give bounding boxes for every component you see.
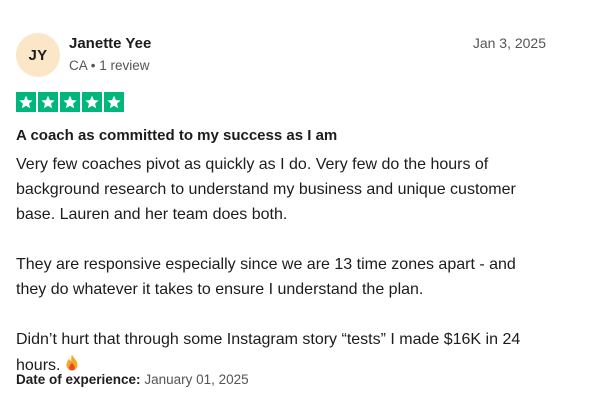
- review-paragraph: Very few coaches pivot as quickly as I d…: [16, 156, 516, 223]
- star-icon: [60, 92, 80, 112]
- reviewer-meta: CA • 1 review: [69, 58, 150, 73]
- review-paragraph-text: Didn’t hurt that through some Instagram …: [16, 331, 521, 374]
- star-icon: [104, 92, 124, 112]
- experience-date: January 01, 2025: [144, 372, 249, 387]
- avatar-initials: JY: [28, 46, 48, 64]
- review-paragraph: They are responsive especially since we …: [16, 256, 516, 298]
- review-body: Very few coaches pivot as quickly as I d…: [16, 152, 576, 378]
- star-icon: [38, 92, 58, 112]
- date-of-experience: Date of experience: January 01, 2025: [16, 372, 249, 387]
- reviewer-name[interactable]: Janette Yee: [69, 35, 151, 52]
- review-date: Jan 3, 2025: [472, 35, 546, 51]
- review-paragraph-last: Didn’t hurt that through some Instagram …: [16, 327, 576, 378]
- star-icon: [16, 92, 36, 112]
- experience-label: Date of experience:: [16, 372, 141, 387]
- avatar: JY: [16, 33, 60, 77]
- star-rating: [16, 92, 124, 112]
- review-title[interactable]: A coach as committed to my success as I …: [16, 127, 337, 144]
- star-icon: [82, 92, 102, 112]
